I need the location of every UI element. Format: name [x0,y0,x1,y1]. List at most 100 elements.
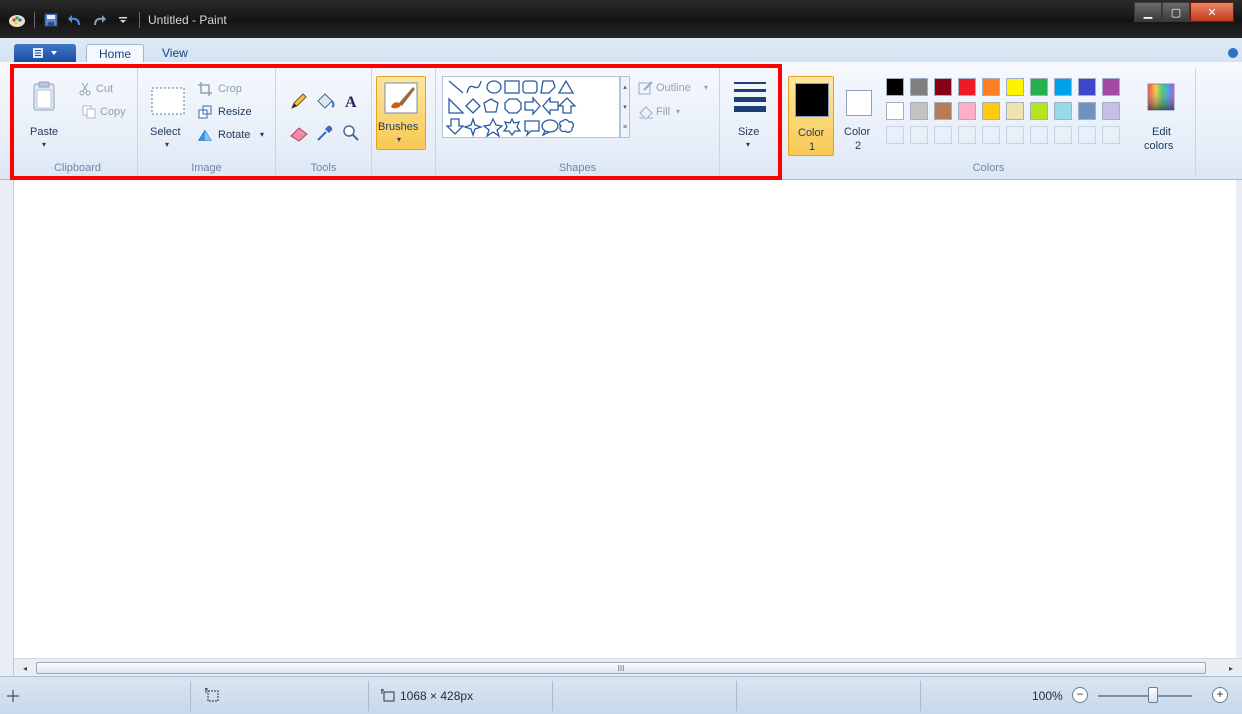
colors-group-label: Colors [972,162,1005,174]
palette-swatch[interactable] [1054,102,1072,120]
custom-color-slot[interactable] [1102,126,1120,144]
scrollbar-thumb[interactable]: III [36,662,1206,674]
palette-swatch[interactable] [934,102,952,120]
minimize-button[interactable]: ▁ [1134,2,1162,22]
copy-button[interactable]: Copy [100,106,126,118]
save-icon[interactable] [43,12,59,28]
shapes-scrollbar[interactable]: ▴ ▾ ≡ [620,76,630,138]
rotate-dropdown-icon[interactable]: ▾ [260,130,264,139]
edit-colors-label[interactable]: Edit [1152,126,1171,138]
palette-swatch[interactable] [1102,78,1120,96]
palette-swatch[interactable] [886,102,904,120]
palette-swatch[interactable] [1078,102,1096,120]
palette-swatch[interactable] [1006,78,1024,96]
paint-menu-button[interactable] [14,44,76,62]
zoom-slider-thumb[interactable] [1148,687,1158,703]
maximize-button[interactable]: ▢ [1162,2,1190,22]
palette-swatch[interactable] [910,102,928,120]
rotate-button[interactable]: Rotate [218,129,250,141]
color1-button[interactable]: Color 1 [788,76,834,156]
crop-button[interactable]: Crop [218,83,242,95]
palette-swatch[interactable] [1006,102,1024,120]
color-picker-icon[interactable] [314,122,336,144]
tools-group: A Tools [276,68,372,176]
paint-app-icon[interactable] [8,11,26,29]
outline-dropdown-icon[interactable]: ▾ [704,83,708,92]
shapes-gallery-icons[interactable] [443,77,621,139]
edit-colors-label-2[interactable]: colors [1144,140,1173,152]
clipboard-group: Paste ▾ Cut Copy Clipboard [18,68,138,176]
scrollbar-grip: III [617,663,625,673]
canvas-size-readout: 1068 × 428px [400,689,474,703]
eraser-icon[interactable] [288,122,310,144]
cut-button[interactable]: Cut [96,83,113,95]
custom-color-slot[interactable] [910,126,928,144]
custom-color-slot[interactable] [982,126,1000,144]
select-dropdown-icon[interactable]: ▾ [165,140,169,149]
expand-gallery-icon[interactable]: ≡ [623,124,627,131]
palette-swatch[interactable] [958,102,976,120]
fill-bucket-icon[interactable] [314,90,336,112]
resize-button[interactable]: Resize [218,106,252,118]
zoom-in-button[interactable]: + [1212,687,1228,703]
pencil-icon[interactable] [288,90,310,112]
palette-swatch[interactable] [1102,102,1120,120]
magnifier-icon[interactable] [340,122,362,144]
size-button[interactable]: Size [738,126,759,138]
custom-color-slot[interactable] [1006,126,1024,144]
tab-home[interactable]: Home [86,44,145,62]
color2-button[interactable]: Color 2 [838,76,880,156]
scroll-right-icon[interactable]: ▸ [1224,662,1238,674]
paste-icon[interactable] [32,80,56,112]
window-title: Untitled - Paint [148,13,227,27]
select-icon[interactable] [150,86,186,116]
size-dropdown-icon[interactable]: ▾ [746,140,750,149]
undo-icon[interactable] [67,12,83,28]
brushes-group: Brushes ▾ [372,68,436,176]
brush-icon [383,81,419,115]
custom-color-slot[interactable] [1030,126,1048,144]
palette-swatch[interactable] [934,78,952,96]
outline-icon [638,80,654,96]
color2-swatch [846,90,872,116]
scroll-up-icon[interactable]: ▴ [623,83,627,91]
palette-swatch[interactable] [958,78,976,96]
size-lines-icon[interactable] [732,78,768,112]
scroll-down-icon[interactable]: ▾ [623,103,627,111]
outline-button[interactable]: Outline [656,82,691,94]
separator [920,681,921,711]
custom-color-slot[interactable] [934,126,952,144]
tab-view[interactable]: View [150,44,200,62]
horizontal-scrollbar[interactable]: ◂ III ▸ [14,658,1242,676]
zoom-out-button[interactable]: − [1072,687,1088,703]
custom-color-slot[interactable] [1054,126,1072,144]
palette-swatch[interactable] [1030,102,1048,120]
custom-color-slot[interactable] [1078,126,1096,144]
scroll-left-icon[interactable]: ◂ [18,662,32,674]
fill-button[interactable]: Fill [656,106,670,118]
redo-icon[interactable] [91,12,107,28]
palette-swatch[interactable] [982,102,1000,120]
select-button[interactable]: Select [150,126,181,138]
paste-dropdown-icon[interactable]: ▾ [42,140,46,149]
brushes-button[interactable]: Brushes ▾ [376,76,426,150]
paste-button[interactable]: Paste [30,126,58,138]
help-icon[interactable] [1228,48,1238,58]
close-button[interactable]: ✕ [1190,2,1234,22]
zoom-slider-track[interactable] [1098,695,1192,697]
palette-swatch[interactable] [1030,78,1048,96]
text-tool-icon[interactable]: A [340,90,362,112]
custom-color-slot[interactable] [886,126,904,144]
fill-dropdown-icon[interactable]: ▾ [676,107,680,116]
quick-access-toolbar: Untitled - Paint [8,10,227,30]
drawing-canvas[interactable] [24,186,1234,656]
palette-swatch[interactable] [982,78,1000,96]
palette-swatch[interactable] [1054,78,1072,96]
customize-toolbar-icon[interactable] [115,12,131,28]
palette-swatch[interactable] [886,78,904,96]
palette-swatch[interactable] [910,78,928,96]
palette-swatch[interactable] [1078,78,1096,96]
custom-color-slot[interactable] [958,126,976,144]
resize-icon [198,105,212,119]
edit-colors-icon[interactable] [1146,82,1176,112]
